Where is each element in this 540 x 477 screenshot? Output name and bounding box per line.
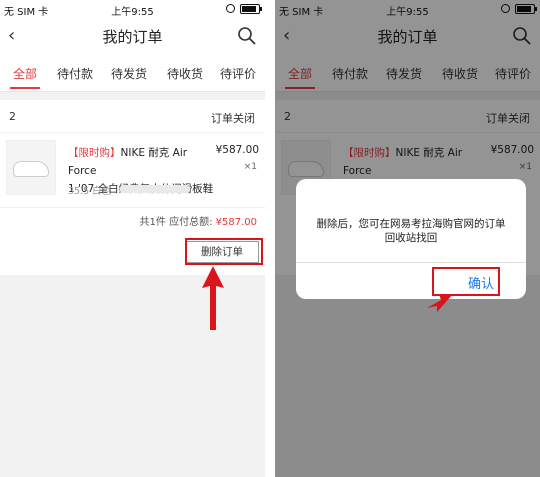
- order-status: 订单关闭: [211, 112, 255, 125]
- status-bar: 无 SIM 卡 上午9:55: [0, 0, 265, 18]
- highlight-box: [432, 267, 500, 296]
- divider: [0, 132, 265, 133]
- phone-screen-left: 无 SIM 卡 上午9:55 ‹ 我的订单 全部 待付款 待发货 待收货 待评价…: [0, 0, 265, 477]
- product-image[interactable]: [6, 140, 56, 195]
- clock: 上午9:55: [111, 7, 154, 18]
- order-total: 共1件 应付总额: ¥587.00: [140, 213, 257, 228]
- search-icon[interactable]: [237, 26, 257, 46]
- product-price: ¥587.00: [215, 144, 259, 156]
- arrow-pointer-icon: [427, 294, 453, 312]
- dialog-divider: [296, 262, 526, 263]
- total-label: 共1件 应付总额:: [139, 217, 213, 228]
- alarm-icon: [226, 4, 235, 13]
- product-qty: ×1: [243, 162, 257, 172]
- battery-icon: [240, 4, 262, 14]
- page-title: 我的订单: [102, 28, 163, 46]
- order-tabs: 全部 待付款 待发货 待收货 待评价: [0, 54, 265, 92]
- tab-all[interactable]: 全部: [0, 65, 50, 82]
- dialog-message-line2: 回收站找回: [384, 232, 438, 244]
- phone-screen-right: 无 SIM 卡 上午9:55 ‹ 我的订单 全部 待付款 待发货 待收货 待评价…: [275, 0, 540, 477]
- tab-pending-receipt[interactable]: 待收货: [160, 65, 210, 82]
- order-number: 2: [9, 110, 16, 123]
- product-spec: 35.5 白色: [68, 186, 112, 197]
- highlight-box: [185, 238, 263, 265]
- active-tab-indicator: [10, 87, 40, 89]
- total-amount: ¥587.00: [215, 217, 257, 228]
- tab-pending-payment[interactable]: 待付款: [50, 65, 100, 82]
- promo-tag: 【限时购】: [68, 147, 121, 159]
- divider: [0, 207, 265, 208]
- tab-pending-shipment[interactable]: 待发货: [104, 65, 154, 82]
- nav-bar: ‹ 我的订单: [0, 18, 265, 54]
- dialog-message: 删除后，您可在网易考拉海购官网的订单 回收站找回: [296, 217, 526, 245]
- blurred-region: [120, 185, 190, 193]
- tab-pending-review[interactable]: 待评价: [213, 65, 263, 82]
- dialog-message-line1: 删除后，您可在网易考拉海购官网的订单: [316, 218, 506, 230]
- arrow-up-icon: [202, 266, 224, 330]
